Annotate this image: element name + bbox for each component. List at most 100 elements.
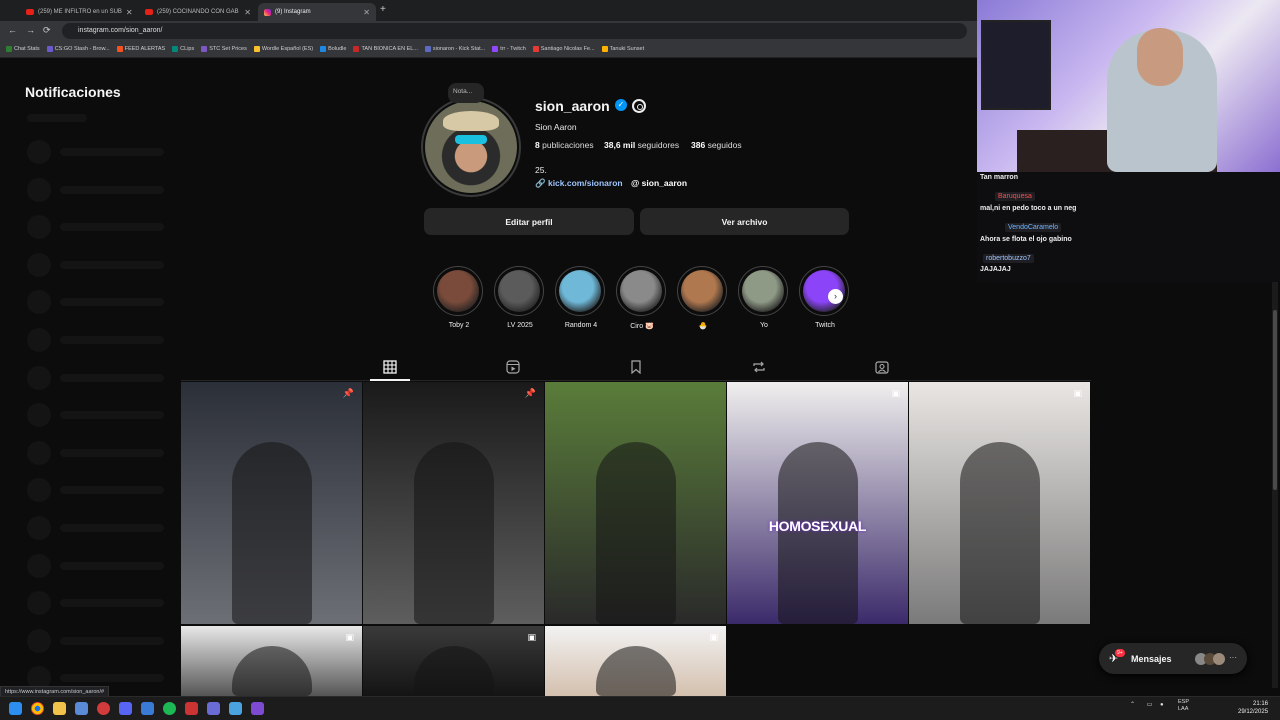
- spotify-icon[interactable]: [163, 702, 176, 715]
- story-highlight[interactable]: LV 2025: [494, 266, 546, 329]
- app-icon[interactable]: [229, 702, 242, 715]
- lang-bottom: LAA: [1178, 706, 1189, 712]
- bookmark-item[interactable]: Tanuki Sunset: [601, 46, 645, 52]
- browser-tab-instagram[interactable]: (9) Instagram ✕: [258, 3, 376, 21]
- threads-link[interactable]: @ sion_aaron: [631, 178, 687, 188]
- skeleton-avatar: [27, 591, 51, 616]
- lang-top: ESP: [1178, 699, 1190, 705]
- bookmark-item[interactable]: Chat Stats: [6, 46, 40, 52]
- highlight-label: Twitch: [815, 322, 835, 329]
- bookmark-item[interactable]: trr - Twitch: [492, 46, 526, 52]
- highlight-ring: [433, 266, 483, 316]
- clock[interactable]: 21:16 29/12/2025: [1238, 700, 1268, 716]
- bookmark-label: Santiago Nicolas Fe...: [540, 46, 595, 52]
- skeleton-avatar: [27, 403, 51, 428]
- chevron-right-icon[interactable]: ›: [828, 289, 843, 304]
- carousel-icon: ▣: [345, 632, 354, 642]
- forward-icon[interactable]: →: [26, 25, 35, 35]
- close-icon[interactable]: ✕: [244, 8, 251, 17]
- person-figure: [231, 646, 312, 696]
- bookmark-item[interactable]: Wordle Español (ES): [253, 46, 313, 52]
- profile-link[interactable]: 🔗 kick.com/sionaron: [535, 178, 623, 189]
- bookmark-label: Chat Stats: [14, 46, 40, 52]
- reload-icon[interactable]: ⟳: [43, 25, 51, 36]
- settings-gear-icon[interactable]: [632, 99, 646, 113]
- app-icon[interactable]: [251, 702, 264, 715]
- highlight-label: Toby 2: [448, 322, 470, 329]
- bookmark-label: Tanuki Sunset: [609, 46, 645, 52]
- story-highlight[interactable]: Ciro 🐷: [616, 266, 668, 330]
- skeleton-bar: [60, 524, 164, 532]
- bookmark-item[interactable]: TAN BIONICA EN EL...: [353, 46, 418, 52]
- highlight-cover-image: [437, 270, 479, 312]
- story-highlight[interactable]: 🐣: [677, 266, 729, 330]
- post-overlay-text: HOMOSEXUAL: [768, 518, 867, 534]
- view-archive-button[interactable]: Ver archivo: [640, 208, 849, 235]
- windows-taskbar: ⌃ ▭ ● ESP LAA 21:16 29/12/2025: [0, 696, 1280, 720]
- bookmark-favicon-icon: [601, 46, 608, 52]
- followers-stat[interactable]: 38,6 mil seguidores: [604, 140, 679, 150]
- messages-button[interactable]: ✈ 9+ Mensajes ···: [1099, 643, 1247, 674]
- bookmark-item[interactable]: sionaron - Kick Stat...: [424, 46, 485, 52]
- chat-username: robertobuzzo7: [983, 254, 1034, 263]
- chevron-up-icon[interactable]: ⌃: [1130, 702, 1135, 708]
- following-stat[interactable]: 386 seguidos: [691, 140, 742, 150]
- post-thumbnail[interactable]: ▣: [181, 626, 362, 696]
- highlight-cover-image: [498, 270, 540, 312]
- post-thumbnail[interactable]: ▣: [363, 626, 544, 696]
- story-highlight[interactable]: Twitch: [799, 266, 851, 329]
- post-thumbnail[interactable]: ▣: [545, 626, 726, 696]
- back-icon[interactable]: ←: [8, 25, 17, 35]
- grid-tab-icon[interactable]: [383, 360, 397, 374]
- post-thumbnail[interactable]: ▣: [909, 382, 1090, 624]
- carousel-icon: ▣: [709, 632, 718, 642]
- edit-profile-button[interactable]: Editar perfil: [424, 208, 634, 235]
- app-icon[interactable]: [207, 702, 220, 715]
- person-figure: [959, 442, 1040, 624]
- bookmark-label: trr - Twitch: [500, 46, 526, 52]
- bookmark-item[interactable]: Boludle: [320, 46, 346, 52]
- highlight-cover-image: [559, 270, 601, 312]
- browser-tab-2[interactable]: (259) COCINANDO CON GAB ✕: [139, 3, 257, 21]
- post-thumbnail[interactable]: 📌: [363, 382, 544, 624]
- folder-icon[interactable]: [53, 702, 66, 715]
- post-thumbnail[interactable]: ▣ HOMOSEXUAL: [727, 382, 908, 624]
- post-thumbnail[interactable]: [545, 382, 726, 624]
- chat-message: JAJAJAJ: [980, 266, 1011, 273]
- reels-tab-icon[interactable]: [506, 360, 520, 374]
- avatar-hat: [443, 111, 499, 131]
- saved-tab-icon[interactable]: [629, 360, 643, 374]
- bookmark-label: STC Set Prices: [209, 46, 247, 52]
- post-thumbnail[interactable]: 📌: [181, 382, 362, 624]
- person-figure: [413, 442, 494, 624]
- close-icon[interactable]: ✕: [126, 8, 133, 17]
- browser-tab-1[interactable]: (259) ME INFILTRO en un SUB ✕: [20, 3, 138, 21]
- close-icon[interactable]: ✕: [363, 8, 370, 17]
- profile-avatar[interactable]: [425, 101, 517, 193]
- new-tab-button[interactable]: +: [380, 4, 386, 15]
- app-icon[interactable]: [141, 702, 154, 715]
- story-highlight[interactable]: Toby 2: [433, 266, 485, 329]
- bookmark-item[interactable]: CLips: [172, 46, 194, 52]
- windows-start-icon[interactable]: [9, 702, 22, 715]
- url-input[interactable]: instagram.com/sion_aaron/: [62, 23, 967, 39]
- story-highlight[interactable]: Yo: [738, 266, 790, 329]
- bookmark-item[interactable]: FEED ALERTAS: [116, 46, 165, 52]
- bookmark-item[interactable]: CS:GO Stash - Brow...: [46, 46, 110, 52]
- app-icon[interactable]: [185, 702, 198, 715]
- highlight-ring: [677, 266, 727, 316]
- app-icon[interactable]: [75, 702, 88, 715]
- reposts-tab-icon[interactable]: [752, 360, 766, 374]
- story-highlight[interactable]: Random 4: [555, 266, 607, 329]
- bookmark-item[interactable]: STC Set Prices: [201, 46, 247, 52]
- app-icon[interactable]: [97, 702, 110, 715]
- scrollbar-thumb[interactable]: [1273, 310, 1277, 490]
- skeleton-avatar: [27, 440, 51, 465]
- tagged-tab-icon[interactable]: [875, 360, 889, 374]
- bookmark-item[interactable]: Santiago Nicolas Fe...: [532, 46, 595, 52]
- verified-badge-icon: ✓: [615, 99, 627, 111]
- chrome-icon[interactable]: [31, 702, 44, 715]
- language-indicator[interactable]: ESP LAA: [1178, 699, 1189, 713]
- discord-icon[interactable]: [119, 702, 132, 715]
- note-bubble[interactable]: Nota...: [448, 83, 484, 103]
